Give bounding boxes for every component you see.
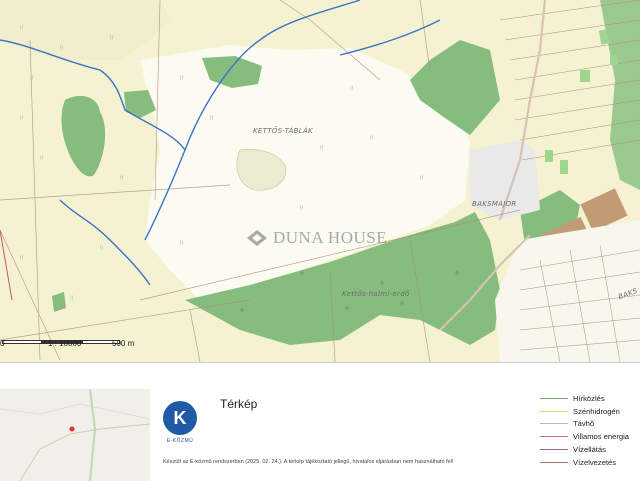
legend-label: Távhő	[573, 419, 595, 429]
logo-caption: E-KÖZMŰ	[166, 438, 194, 444]
watermark: DUNA HOUSE	[245, 226, 387, 250]
disclaimer-text: Készült az E-közmű rendszerben (2025. 02…	[163, 459, 454, 465]
legend-swatch	[540, 410, 568, 412]
map-canvas: !!!!!! !!!!!! !!!!!! !!!!!! !!!!!! !!!!!…	[0, 0, 640, 362]
svg-text:!!: !!	[40, 156, 44, 162]
scale-end: 500 m	[112, 339, 135, 348]
svg-text:!!: !!	[350, 86, 354, 92]
scale-start: 0	[0, 339, 5, 348]
legend-label: Vízellátás	[573, 445, 606, 455]
legend-item: Vízelvezetés	[540, 456, 640, 469]
legend-item: Távhő	[540, 418, 640, 431]
e-kozmu-logo: K E-KÖZMŰ	[160, 401, 200, 444]
legend-item: Villamos energia	[540, 430, 640, 443]
svg-text:!!: !!	[60, 46, 64, 52]
svg-text:!!: !!	[100, 246, 104, 252]
legend-label: Vízelvezetés	[573, 457, 617, 467]
forest-label: Kettős-halmi-erdő	[342, 290, 410, 298]
svg-text:!!: !!	[70, 296, 74, 302]
locality-label: BAKSMAJOR	[472, 200, 517, 208]
svg-text:!!: !!	[320, 146, 324, 152]
legend-swatch	[540, 449, 568, 451]
duna-house-logo-icon	[247, 230, 267, 246]
logo-icon: K	[163, 401, 197, 435]
svg-text:!!: !!	[110, 36, 114, 42]
legend-swatch	[540, 397, 568, 399]
legend-item: Szénhidrogén	[540, 405, 640, 418]
map-view[interactable]: !!!!!! !!!!!! !!!!!! !!!!!! !!!!!! !!!!!…	[0, 0, 640, 362]
svg-text:!!: !!	[120, 176, 124, 182]
legend-swatch	[540, 461, 568, 463]
svg-text:!!: !!	[420, 176, 424, 182]
svg-text:!!: !!	[20, 26, 24, 32]
legend: Hírközlés Szénhidrogén Távhő Villamos en…	[540, 392, 640, 469]
legend-label: Hírközlés	[573, 393, 605, 403]
scale-ratio: 1 : 10000	[48, 339, 82, 348]
map-title: Térkép	[220, 397, 258, 411]
legend-item: Vízellátás	[540, 443, 640, 456]
watermark-text: DUNA HOUSE	[273, 228, 388, 247]
scale-bar: 0 1 : 10000 500 m	[0, 336, 140, 358]
legend-item: Hírközlés	[540, 392, 640, 405]
location-marker-icon	[69, 426, 75, 432]
svg-text:!!: !!	[20, 116, 24, 122]
svg-text:!!: !!	[20, 256, 24, 262]
legend-label: Szénhidrogén	[573, 406, 620, 416]
legend-swatch	[540, 436, 568, 438]
legend-swatch	[540, 423, 568, 425]
overview-minimap[interactable]	[0, 389, 150, 481]
map-footer: K E-KÖZMŰ Térkép Készült az E-közmű rend…	[0, 362, 640, 481]
svg-text:!!: !!	[180, 241, 184, 247]
svg-text:!!: !!	[300, 206, 304, 212]
legend-label: Villamos energia	[573, 432, 630, 442]
locality-label: KETTŐS-TÁBLÁK	[253, 127, 313, 135]
svg-text:!!: !!	[180, 76, 184, 82]
svg-text:!!: !!	[210, 116, 214, 122]
svg-text:!!: !!	[370, 136, 374, 142]
svg-text:!!: !!	[30, 76, 34, 82]
